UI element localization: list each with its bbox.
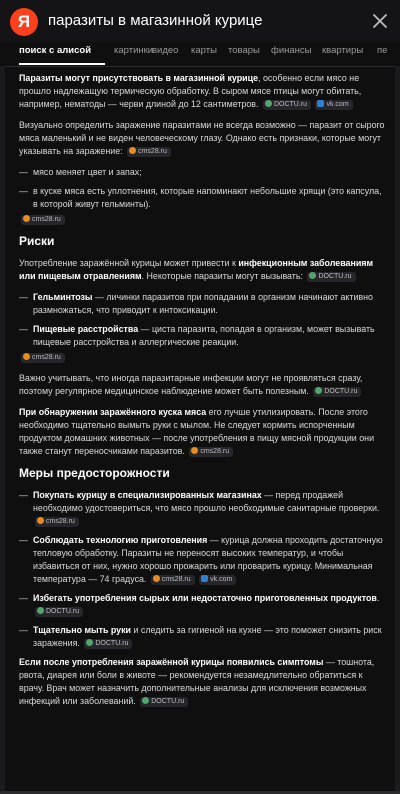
source-badge-cms[interactable]: cms28.ru bbox=[35, 517, 79, 527]
tab-images[interactable]: картинки bbox=[114, 45, 153, 56]
tab-alice-search[interactable]: поиск с алисой bbox=[19, 45, 91, 56]
tab-finance[interactable]: финансы bbox=[271, 45, 311, 56]
warning-paragraph: Важно учитывать, что иногда паразитарные… bbox=[19, 373, 363, 397]
vk-icon bbox=[317, 100, 325, 107]
cms-icon bbox=[191, 447, 199, 454]
intro-bold: Паразиты могут присутствовать в магазинн… bbox=[19, 73, 259, 83]
cms-icon bbox=[37, 517, 44, 524]
search-header: Я паразиты в магазинной курице bbox=[0, 0, 400, 42]
dispose-paragraph: При обнаружении заражённого куска мяса е… bbox=[19, 407, 375, 457]
list-item: — Избегать употребления сырых или недоста… bbox=[19, 593, 380, 617]
source-badge-doctu[interactable]: DOCTU.ru bbox=[35, 607, 84, 617]
source-badge-doctu[interactable]: DOCTU.ru bbox=[84, 639, 133, 649]
doctu-icon bbox=[142, 697, 150, 704]
cms-icon bbox=[152, 575, 160, 582]
list-item: — в куске мяса есть уплотнения, которые н… bbox=[19, 186, 382, 209]
list-item: — Пищевые расстройства — циста паразита, … bbox=[19, 324, 375, 347]
close-icon[interactable] bbox=[369, 10, 391, 32]
source-badge-cms[interactable]: cms28.ru bbox=[189, 447, 234, 457]
list-item: — Тщательно мыть руки и следить за гигиен… bbox=[19, 625, 382, 649]
visual-paragraph: Визуально определить заражение паразитам… bbox=[19, 120, 385, 157]
final-paragraph: Если после употребления заражённой куриц… bbox=[19, 657, 375, 707]
section-title-precautions: Меры предосторожности bbox=[19, 466, 170, 480]
doctu-icon bbox=[315, 387, 323, 394]
tabs-divider bbox=[0, 66, 400, 67]
doctu-icon bbox=[37, 607, 44, 614]
right-edge bbox=[395, 66, 400, 794]
search-query[interactable]: паразиты в магазинной курице bbox=[48, 12, 262, 29]
source-badge-doctu[interactable]: DOCTU.ru bbox=[140, 697, 189, 707]
source-badge-doctu[interactable]: DOCTU.ru bbox=[307, 272, 356, 282]
source-badge-vk[interactable]: vk.com bbox=[315, 100, 353, 110]
vk-icon bbox=[201, 575, 209, 582]
source-badge-vk[interactable]: vk.com bbox=[199, 575, 237, 585]
left-edge bbox=[0, 66, 5, 794]
tab-video[interactable]: видео bbox=[152, 45, 178, 56]
doctu-icon bbox=[309, 272, 317, 279]
cms-icon bbox=[23, 215, 30, 222]
source-badge-doctu[interactable]: DOCTU.ru bbox=[262, 100, 312, 110]
source-badge-doctu[interactable]: DOCTU.ru bbox=[313, 387, 362, 397]
tab-products[interactable]: товары bbox=[228, 45, 260, 56]
tab-apartments[interactable]: квартиры bbox=[322, 45, 363, 56]
section-title-risks: Риски bbox=[19, 234, 55, 248]
list-item: — Соблюдать технологию приготовления — ку… bbox=[19, 535, 383, 585]
list-item: — Гельминтозы — личинки паразитов при поп… bbox=[19, 292, 373, 315]
cms-icon bbox=[23, 353, 30, 360]
cms-icon bbox=[129, 147, 137, 154]
tab-maps[interactable]: карты bbox=[191, 45, 217, 56]
source-badge-cms[interactable]: cms28.ru bbox=[21, 353, 65, 363]
list-item: — мясо меняет цвет и запах; bbox=[19, 167, 142, 177]
doctu-icon bbox=[86, 639, 94, 646]
doctu-icon bbox=[264, 100, 272, 107]
intro-paragraph: Паразиты могут присутствовать в магазинн… bbox=[19, 72, 386, 111]
tab-more[interactable]: пе bbox=[377, 45, 387, 56]
source-badge-cms[interactable]: cms28.ru bbox=[127, 147, 171, 157]
source-badge-cms[interactable]: cms28.ru bbox=[150, 575, 195, 585]
list-item: — Покупать курицу в специализированных ма… bbox=[19, 490, 380, 527]
source-badge-cms[interactable]: cms28.ru bbox=[21, 215, 65, 225]
active-tab-indicator bbox=[19, 63, 105, 65]
risks-intro: Употребление заражённой курицы может при… bbox=[19, 258, 374, 282]
yandex-logo[interactable]: Я bbox=[10, 8, 38, 36]
alice-answer: Паразиты могут присутствовать в магазинн… bbox=[19, 72, 386, 716]
